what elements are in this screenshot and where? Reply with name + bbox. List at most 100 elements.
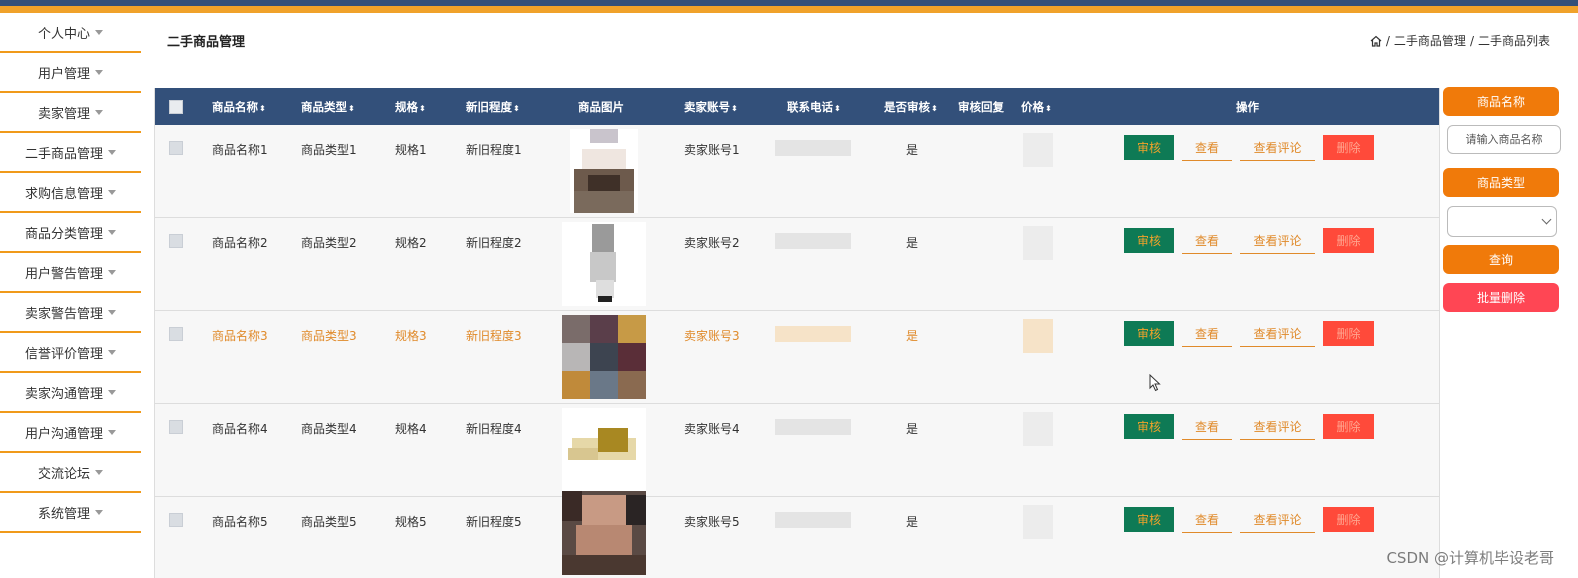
view-comments-button[interactable]: 查看评论 xyxy=(1240,228,1315,254)
cell-spec: 规格1 xyxy=(395,143,427,157)
audit-button[interactable]: 审核 xyxy=(1124,135,1174,160)
sort-icon: ⬍ xyxy=(931,103,938,113)
breadcrumb-item-used-goods-management[interactable]: 二手商品管理 xyxy=(1394,32,1466,49)
sidebar-item-label: 系统管理 xyxy=(37,506,90,522)
batch-delete-button[interactable]: 批量删除 xyxy=(1443,283,1559,312)
delete-button[interactable]: 删除 xyxy=(1323,228,1374,253)
column-header-spec[interactable]: 规格⬍ xyxy=(395,99,426,115)
product-image[interactable] xyxy=(562,491,646,575)
column-label: 商品类型 xyxy=(301,99,347,114)
view-button[interactable]: 查看 xyxy=(1182,507,1232,533)
cell-seller: 卖家账号3 xyxy=(684,329,740,343)
row-checkbox[interactable] xyxy=(169,234,183,248)
cell-type: 商品类型4 xyxy=(301,422,357,436)
delete-button[interactable]: 删除 xyxy=(1323,135,1374,160)
product-image[interactable] xyxy=(562,222,646,306)
audit-button[interactable]: 审核 xyxy=(1124,228,1174,253)
column-header-condition[interactable]: 新旧程度⬍ xyxy=(466,99,520,115)
audit-button[interactable]: 审核 xyxy=(1124,321,1174,346)
view-button[interactable]: 查看 xyxy=(1182,414,1232,440)
column-header-type[interactable]: 商品类型⬍ xyxy=(301,99,355,115)
caret-down-icon xyxy=(108,429,116,435)
product-name-label-button[interactable]: 商品名称 xyxy=(1443,87,1559,116)
sidebar-item-used-goods-management[interactable]: 二手商品管理 xyxy=(0,133,141,173)
sidebar-item-user-management[interactable]: 用户管理 xyxy=(0,53,141,93)
view-button[interactable]: 查看 xyxy=(1182,228,1232,254)
caret-down-icon xyxy=(108,349,116,355)
cell-name: 商品名称1 xyxy=(212,143,268,157)
view-comments-button[interactable]: 查看评论 xyxy=(1240,507,1315,533)
sort-icon: ⬍ xyxy=(731,103,738,113)
product-type-select[interactable] xyxy=(1447,206,1557,237)
view-comments-button[interactable]: 查看评论 xyxy=(1240,414,1315,440)
sidebar-item-purchase-requests[interactable]: 求购信息管理 xyxy=(0,173,141,213)
sidebar-item-system-management[interactable]: 系统管理 xyxy=(0,493,141,533)
sidebar-item-forum[interactable]: 交流论坛 xyxy=(0,453,141,493)
cell-name: 商品名称3 xyxy=(212,329,268,343)
column-header-audited[interactable]: 是否审核⬍ xyxy=(884,99,938,115)
product-image[interactable] xyxy=(562,315,646,399)
sidebar-item-personal-center[interactable]: 个人中心 xyxy=(0,13,141,53)
column-header-seller[interactable]: 卖家账号⬍ xyxy=(684,99,738,115)
sidebar-item-category-management[interactable]: 商品分类管理 xyxy=(0,213,141,253)
row-checkbox[interactable] xyxy=(169,420,183,434)
top-accent-bar xyxy=(0,0,1578,13)
row-checkbox[interactable] xyxy=(169,141,183,155)
sidebar-item-seller-management[interactable]: 卖家管理 xyxy=(0,93,141,133)
product-image[interactable] xyxy=(562,129,646,213)
home-icon[interactable] xyxy=(1370,35,1382,47)
query-button[interactable]: 查询 xyxy=(1443,245,1559,274)
view-button[interactable]: 查看 xyxy=(1182,135,1232,161)
cell-name: 商品名称4 xyxy=(212,422,268,436)
column-label: 商品名称 xyxy=(212,99,258,114)
sidebar-item-label: 用户警告管理 xyxy=(24,266,103,282)
product-name-search-input[interactable] xyxy=(1447,125,1561,154)
table-row: 商品名称4 商品类型4 规格4 新旧程度4 卖家账号4 是 审核 查看 查看评论… xyxy=(155,404,1439,497)
row-checkbox[interactable] xyxy=(169,513,183,527)
sort-icon: ⬍ xyxy=(348,103,355,113)
phone-value-redacted xyxy=(775,326,851,342)
cell-spec: 规格3 xyxy=(395,329,427,343)
sidebar-item-seller-warnings[interactable]: 卖家警告管理 xyxy=(0,293,141,333)
sort-icon: ⬍ xyxy=(513,103,520,113)
sidebar-item-user-warnings[interactable]: 用户警告管理 xyxy=(0,253,141,293)
caret-down-icon xyxy=(108,229,116,235)
column-header-price[interactable]: 价格⬍ xyxy=(1021,99,1052,115)
price-value-redacted xyxy=(1023,226,1053,260)
page-title: 二手商品管理 xyxy=(167,35,246,50)
product-image[interactable] xyxy=(562,408,646,492)
goods-table: 商品名称⬍ 商品类型⬍ 规格⬍ 新旧程度⬍ 商品图片 卖家账号⬍ 联系电话⬍ 是… xyxy=(154,88,1440,578)
product-type-label-button[interactable]: 商品类型 xyxy=(1443,168,1559,197)
caret-down-icon xyxy=(95,29,103,35)
price-value-redacted xyxy=(1023,133,1053,167)
price-value-redacted xyxy=(1023,412,1053,446)
sidebar-item-user-communication[interactable]: 用户沟通管理 xyxy=(0,413,141,453)
select-all-checkbox[interactable] xyxy=(169,100,183,114)
sidebar-item-label: 求购信息管理 xyxy=(24,186,103,202)
caret-down-icon xyxy=(108,269,116,275)
column-label: 卖家账号 xyxy=(684,99,730,114)
sidebar-item-reputation-reviews[interactable]: 信誉评价管理 xyxy=(0,333,141,373)
sidebar-item-seller-communication[interactable]: 卖家沟通管理 xyxy=(0,373,141,413)
cell-name: 商品名称5 xyxy=(212,515,268,529)
column-header-audit-reply: 审核回复 xyxy=(958,99,1004,114)
caret-down-icon xyxy=(95,469,103,475)
view-comments-button[interactable]: 查看评论 xyxy=(1240,135,1315,161)
column-header-phone[interactable]: 联系电话⬍ xyxy=(787,99,841,115)
audit-button[interactable]: 审核 xyxy=(1124,414,1174,439)
column-label: 新旧程度 xyxy=(466,99,512,114)
breadcrumb-separator: / xyxy=(1385,33,1390,48)
sidebar-item-label: 卖家沟通管理 xyxy=(24,386,103,402)
delete-button[interactable]: 删除 xyxy=(1323,321,1374,346)
sidebar-item-label: 交流论坛 xyxy=(37,466,90,482)
row-checkbox[interactable] xyxy=(169,327,183,341)
view-comments-button[interactable]: 查看评论 xyxy=(1240,321,1315,347)
cell-seller: 卖家账号4 xyxy=(684,422,740,436)
delete-button[interactable]: 删除 xyxy=(1323,507,1374,532)
audit-button[interactable]: 审核 xyxy=(1124,507,1174,532)
sidebar-item-label: 商品分类管理 xyxy=(24,226,103,242)
view-button[interactable]: 查看 xyxy=(1182,321,1232,347)
caret-down-icon xyxy=(95,509,103,515)
column-header-name[interactable]: 商品名称⬍ xyxy=(212,99,266,115)
delete-button[interactable]: 删除 xyxy=(1323,414,1374,439)
